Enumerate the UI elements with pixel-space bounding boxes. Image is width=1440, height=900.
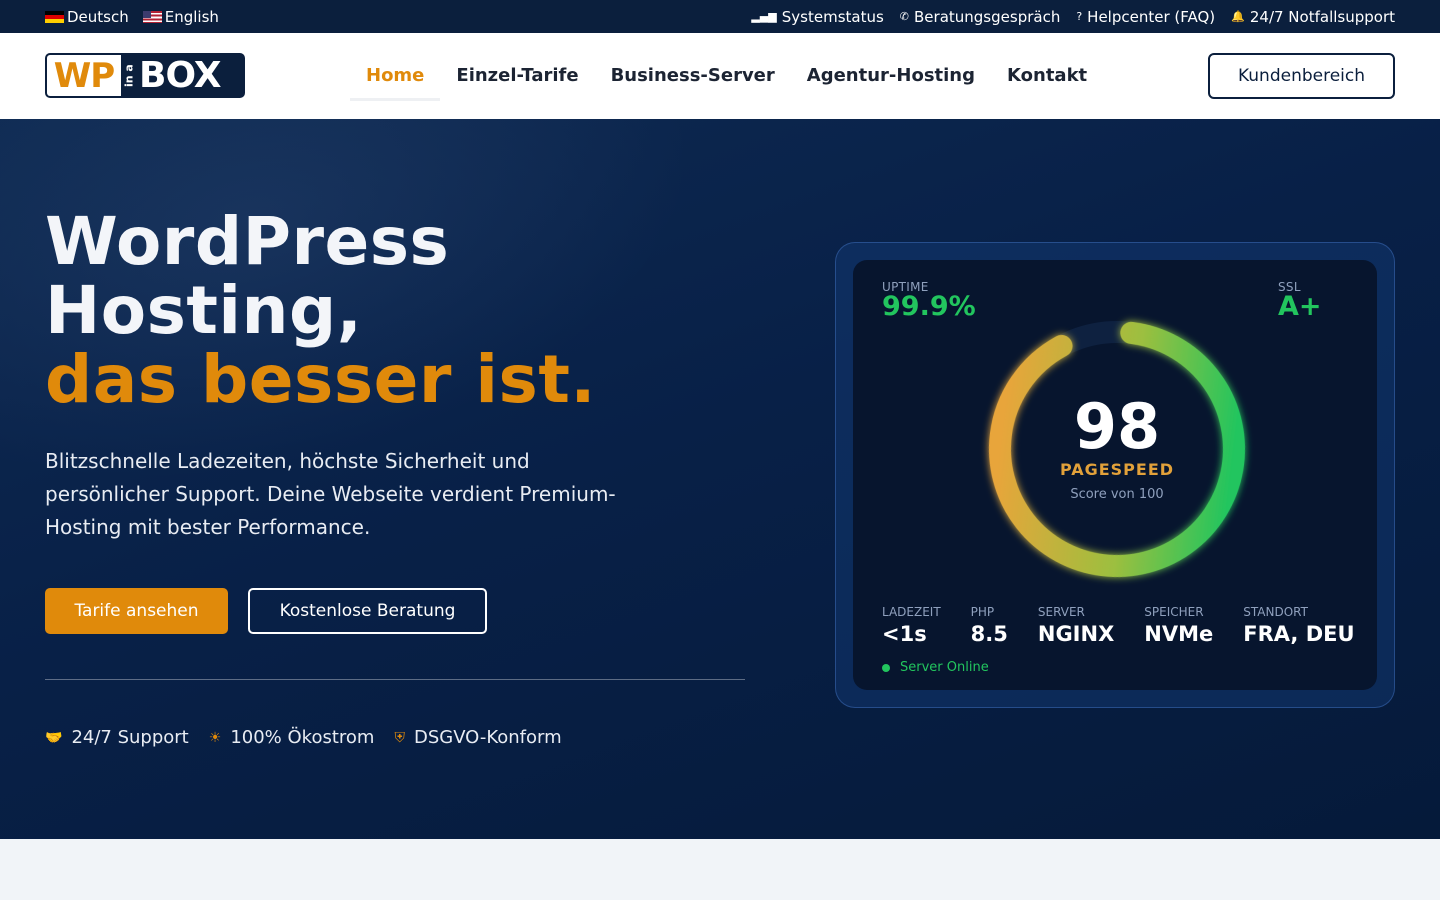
- ssl-value: A+: [1278, 291, 1322, 322]
- language-switcher: Deutsch English: [45, 8, 233, 26]
- metric-value: NGINX: [1037, 622, 1115, 646]
- hero-title-line2: Hosting,: [45, 272, 363, 349]
- kundenbereich-button[interactable]: Kundenbereich: [1208, 53, 1395, 99]
- question-circle-icon: ?: [1076, 10, 1083, 23]
- server-status-label: Server Online: [900, 660, 989, 675]
- main-navbar: WP in a BOX Home Einzel-Tarife Business-…: [0, 33, 1440, 119]
- hero-lead: Blitzschnelle Ladezeiten, höchste Sicher…: [45, 449, 616, 539]
- metric-value: 8.5: [970, 622, 1008, 646]
- phone-icon: ✆: [899, 10, 910, 23]
- logo-box: BOX: [139, 55, 222, 96]
- metric-label: STANDORT: [1243, 605, 1308, 619]
- hero-title: WordPress Hosting, das besser ist.: [45, 207, 596, 414]
- sun-icon: ☀: [208, 729, 222, 746]
- logo-wp: WP: [47, 55, 121, 96]
- feature-label: DSGVO-Konform: [413, 727, 562, 748]
- metric-label: SPEICHER: [1144, 605, 1204, 619]
- language-de[interactable]: Deutsch: [45, 8, 129, 26]
- server-metrics: LADEZEIT <1s PHP 8.5 SERVER NGINX SPEICH…: [882, 605, 1355, 646]
- metric-label: PHP: [970, 605, 995, 619]
- feature-support: 🤝 24/7 Support: [45, 727, 189, 748]
- link-helpcenter[interactable]: ? Helpcenter (FAQ): [1076, 8, 1215, 26]
- us-flag-icon: [142, 10, 162, 23]
- feature-dsgvo: ⛨ DSGVO-Konform: [394, 727, 561, 748]
- metric-standort: STANDORT FRA, DEU: [1243, 605, 1354, 646]
- link-beratung[interactable]: ✆ Beratungsgespräch: [900, 8, 1061, 26]
- feature-label: 24/7 Support: [71, 727, 189, 748]
- handshake-icon: 🤝: [45, 729, 63, 746]
- link-label: Systemstatus: [781, 7, 884, 26]
- shield-user-icon: ⛨: [394, 729, 405, 746]
- primary-nav: Home Einzel-Tarife Business-Server Agent…: [350, 33, 1103, 119]
- language-label: English: [164, 7, 219, 26]
- metric-ladezeit: LADEZEIT <1s: [882, 605, 941, 646]
- metric-label: SERVER: [1037, 605, 1085, 619]
- nav-business-server[interactable]: Business-Server: [595, 33, 791, 119]
- link-notfallsupport[interactable]: 🔔 24/7 Notfallsupport: [1231, 8, 1395, 26]
- nav-agentur-hosting[interactable]: Agentur-Hosting: [791, 33, 991, 119]
- nav-einzel-tarife[interactable]: Einzel-Tarife: [440, 33, 594, 119]
- link-label: 24/7 Notfallsupport: [1249, 7, 1395, 26]
- metric-speicher: SPEICHER NVMe: [1144, 605, 1213, 646]
- feature-oekostrom: ☀ 100% Ökostrom: [209, 727, 375, 748]
- beratung-button[interactable]: Kostenlose Beratung: [248, 588, 487, 634]
- language-label: Deutsch: [67, 7, 129, 26]
- performance-card-body: UPTIME 99.9% SSL A+ 98 PAGESPEED Score v…: [853, 260, 1377, 690]
- feature-label: 100% Ökostrom: [230, 727, 375, 748]
- nav-home[interactable]: Home: [350, 33, 441, 119]
- pagespeed-score: 98: [1073, 390, 1161, 463]
- logo-ina: in a: [122, 64, 136, 87]
- feature-list: 🤝 24/7 Support ☀ 100% Ökostrom ⛨ DSGVO-K…: [45, 727, 582, 748]
- metric-value: <1s: [882, 622, 927, 646]
- signal-icon: ▂▄▆: [751, 10, 777, 23]
- divider: [45, 679, 745, 680]
- de-flag-icon: [45, 10, 64, 23]
- next-section: [0, 839, 1440, 900]
- pagespeed-subtitle: Score von 100: [1070, 487, 1164, 502]
- tarife-button[interactable]: Tarife ansehen: [45, 588, 228, 634]
- metric-server: SERVER NGINX: [1038, 605, 1114, 646]
- language-en[interactable]: English: [142, 7, 219, 26]
- metric-value: NVMe: [1144, 622, 1214, 646]
- uptime-value: 99.9%: [882, 291, 976, 322]
- link-label: Beratungsgespräch: [914, 7, 1061, 26]
- link-label: Helpcenter (FAQ): [1087, 7, 1216, 26]
- hero-title-accent: das besser ist.: [45, 341, 596, 418]
- top-links: ▂▄▆ Systemstatus ✆ Beratungsgespräch ? H…: [735, 8, 1395, 26]
- logo[interactable]: WP in a BOX: [45, 53, 245, 98]
- top-bar: Deutsch English ▂▄▆ Systemstatus ✆ Berat…: [0, 0, 1440, 33]
- performance-card: UPTIME 99.9% SSL A+ 98 PAGESPEED Score v…: [835, 242, 1395, 708]
- metric-label: LADEZEIT: [882, 605, 941, 619]
- metric-value: FRA, DEU: [1243, 622, 1355, 646]
- hero-section: WordPress Hosting, das besser ist. Blitz…: [0, 119, 1440, 839]
- bell-icon: 🔔: [1231, 10, 1245, 23]
- pagespeed-title: PAGESPEED: [1059, 460, 1175, 479]
- hero-title-line1: WordPress: [45, 203, 450, 280]
- nav-kontakt[interactable]: Kontakt: [991, 33, 1103, 119]
- server-status: Server Online: [882, 660, 989, 675]
- metric-php: PHP 8.5: [971, 605, 1008, 646]
- link-systemstatus[interactable]: ▂▄▆ Systemstatus: [751, 8, 883, 26]
- status-dot-icon: [882, 663, 890, 672]
